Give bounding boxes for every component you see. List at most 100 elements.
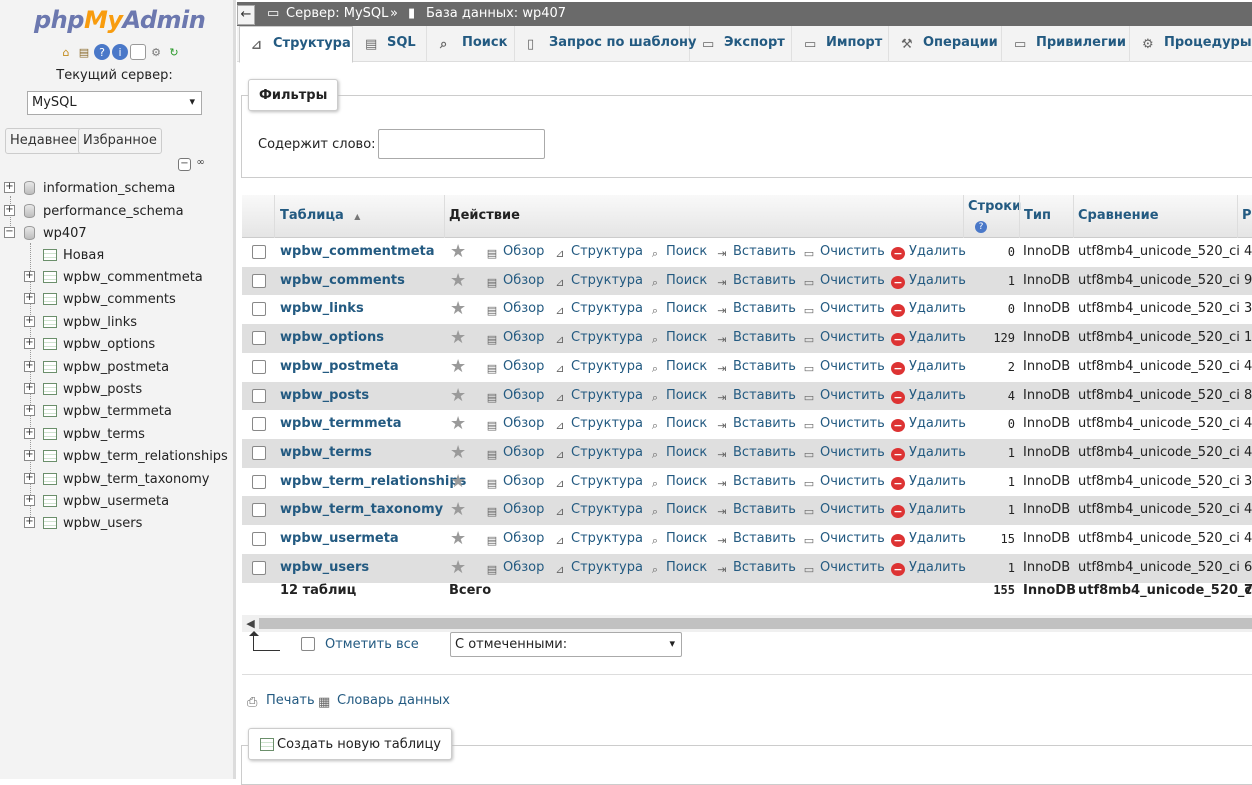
row-checkbox[interactable] xyxy=(252,331,266,346)
link-icon[interactable]: ∞ xyxy=(194,158,207,171)
structure-action[interactable]: ⊿ Структура xyxy=(553,388,643,404)
search-action[interactable]: ⌕ Поиск xyxy=(648,388,707,404)
row-checkbox[interactable] xyxy=(252,273,266,288)
search-action[interactable]: ⌕ Поиск xyxy=(648,301,707,317)
empty-action[interactable]: ▭ Очистить xyxy=(802,474,885,490)
header-rows[interactable]: Строки xyxy=(968,199,1021,214)
horizontal-scrollbar[interactable]: ◀ xyxy=(242,615,1252,632)
empty-action[interactable]: ▭ Очистить xyxy=(802,330,885,346)
collapse-icon[interactable]: − xyxy=(4,227,15,238)
drop-action[interactable]: − Удалить xyxy=(891,330,966,347)
server-select[interactable]: MySQL ▾ xyxy=(27,91,202,115)
browse-action[interactable]: ▤ Обзор xyxy=(485,416,545,432)
search-action[interactable]: ⌕ Поиск xyxy=(648,273,707,289)
browse-action[interactable]: ▤ Обзор xyxy=(485,502,545,518)
insert-action[interactable]: ⇥ Вставить xyxy=(715,330,796,346)
tab-privileges[interactable]: ▭ Привилегии xyxy=(1002,26,1130,62)
browse-action[interactable]: ▤ Обзор xyxy=(485,244,545,260)
filter-input[interactable] xyxy=(378,129,545,159)
browse-action[interactable]: ▤ Обзор xyxy=(485,474,545,490)
table-name-link[interactable]: wpbw_usermeta xyxy=(280,531,399,546)
expand-icon[interactable]: + xyxy=(24,450,35,462)
expand-icon[interactable]: + xyxy=(24,405,35,417)
expand-icon[interactable]: + xyxy=(24,271,35,282)
header-size[interactable]: Р xyxy=(1242,208,1252,223)
expand-icon[interactable]: + xyxy=(24,383,35,394)
table-name-link[interactable]: wpbw_termmeta xyxy=(280,416,401,431)
header-collation[interactable]: Сравнение xyxy=(1078,208,1159,223)
drop-action[interactable]: − Удалить xyxy=(891,273,966,289)
back-arrow-icon[interactable]: ← xyxy=(237,5,255,25)
structure-action[interactable]: ⊿ Структура xyxy=(553,330,643,346)
browse-action[interactable]: ▤ Обзор xyxy=(485,388,545,404)
table-name-link[interactable]: wpbw_options xyxy=(280,330,384,345)
structure-action[interactable]: ⊿ Структура xyxy=(553,244,643,260)
breadcrumb-server[interactable]: Сервер: MySQL xyxy=(286,6,388,21)
settings-icon[interactable]: ⚙ xyxy=(148,44,164,60)
create-table-button[interactable]: Создать новую таблицу xyxy=(248,728,453,760)
empty-action[interactable]: ▭ Очистить xyxy=(802,560,885,576)
favorite-star-icon[interactable]: ★ xyxy=(450,471,466,492)
drop-action[interactable]: − Удалить xyxy=(891,388,966,404)
structure-action[interactable]: ⊿ Структура xyxy=(553,273,643,289)
empty-action[interactable]: ▭ Очистить xyxy=(802,359,885,375)
favorite-star-icon[interactable]: ★ xyxy=(450,385,466,406)
check-all-checkbox[interactable] xyxy=(301,637,315,651)
row-checkbox[interactable] xyxy=(252,302,266,317)
empty-action[interactable]: ▭ Очистить xyxy=(802,273,885,289)
favorite-star-icon[interactable]: ★ xyxy=(450,528,466,549)
browse-action[interactable]: ▤ Обзор xyxy=(485,359,545,375)
search-action[interactable]: ⌕ Поиск xyxy=(648,560,707,576)
structure-action[interactable]: ⊿ Структура xyxy=(553,531,643,547)
search-action[interactable]: ⌕ Поиск xyxy=(648,244,707,260)
row-checkbox[interactable] xyxy=(252,245,266,259)
drop-action[interactable]: − Удалить xyxy=(891,531,966,547)
row-checkbox[interactable] xyxy=(252,532,266,546)
tab-search[interactable]: ⌕ Поиск xyxy=(427,26,515,62)
collapse-all-icon[interactable]: − xyxy=(178,158,191,171)
tab-sql[interactable]: ▤ SQL xyxy=(353,26,427,62)
table-name-link[interactable]: wpbw_commentmeta xyxy=(280,244,435,259)
browse-action[interactable]: ▤ Обзор xyxy=(485,301,545,317)
expand-icon[interactable]: + xyxy=(24,472,35,484)
table-name-link[interactable]: wpbw_term_taxonomy xyxy=(280,502,443,517)
structure-action[interactable]: ⊿ Структура xyxy=(553,474,643,490)
header-type[interactable]: Тип xyxy=(1024,208,1051,223)
browse-action[interactable]: ▤ Обзор xyxy=(485,273,545,289)
tab-operations[interactable]: ⚒ Операции xyxy=(889,26,1002,62)
expand-icon[interactable]: + xyxy=(24,293,35,305)
row-checkbox[interactable] xyxy=(252,445,266,460)
database-icon[interactable]: ▤ xyxy=(76,44,92,60)
print-link[interactable]: ⎙ Печать xyxy=(247,693,315,710)
check-all-label[interactable]: Отметить все xyxy=(325,637,419,652)
recent-button[interactable]: Недавнее xyxy=(5,128,82,154)
structure-action[interactable]: ⊿ Структура xyxy=(553,359,643,375)
header-table[interactable]: Таблица ▲ xyxy=(280,208,360,223)
phpmyadmin-logo[interactable]: phpMyAdmin xyxy=(34,6,206,34)
row-checkbox[interactable] xyxy=(252,417,266,432)
structure-action[interactable]: ⊿ Структура xyxy=(553,416,643,432)
row-checkbox[interactable] xyxy=(252,359,266,374)
drop-action[interactable]: − Удалить xyxy=(891,301,966,318)
table-name-link[interactable]: wpbw_postmeta xyxy=(280,359,399,374)
tab-export[interactable]: ▭ Экспорт xyxy=(690,26,792,62)
empty-action[interactable]: ▭ Очистить xyxy=(802,301,885,317)
data-dictionary-link[interactable]: ▦ Словарь данных xyxy=(318,693,450,710)
insert-action[interactable]: ⇥ Вставить xyxy=(715,445,796,461)
reload-icon[interactable]: ↻ xyxy=(166,44,182,60)
row-checkbox[interactable] xyxy=(252,560,266,575)
expand-icon[interactable]: + xyxy=(24,360,35,372)
search-action[interactable]: ⌕ Поиск xyxy=(648,445,707,461)
favorite-star-icon[interactable]: ★ xyxy=(450,413,466,434)
tab-routines[interactable]: ⚙ Процедуры xyxy=(1130,26,1252,62)
table-name-link[interactable]: wpbw_comments xyxy=(280,273,405,288)
favorite-star-icon[interactable]: ★ xyxy=(450,557,466,578)
insert-action[interactable]: ⇥ Вставить xyxy=(715,359,796,375)
structure-action[interactable]: ⊿ Структура xyxy=(553,445,643,461)
favorite-star-icon[interactable]: ★ xyxy=(450,327,466,348)
scroll-left-icon[interactable]: ◀ xyxy=(242,615,259,632)
insert-action[interactable]: ⇥ Вставить xyxy=(715,388,796,404)
favorite-star-icon[interactable]: ★ xyxy=(450,270,466,291)
structure-action[interactable]: ⊿ Структура xyxy=(553,301,643,317)
home-icon[interactable]: ⌂ xyxy=(58,44,74,60)
